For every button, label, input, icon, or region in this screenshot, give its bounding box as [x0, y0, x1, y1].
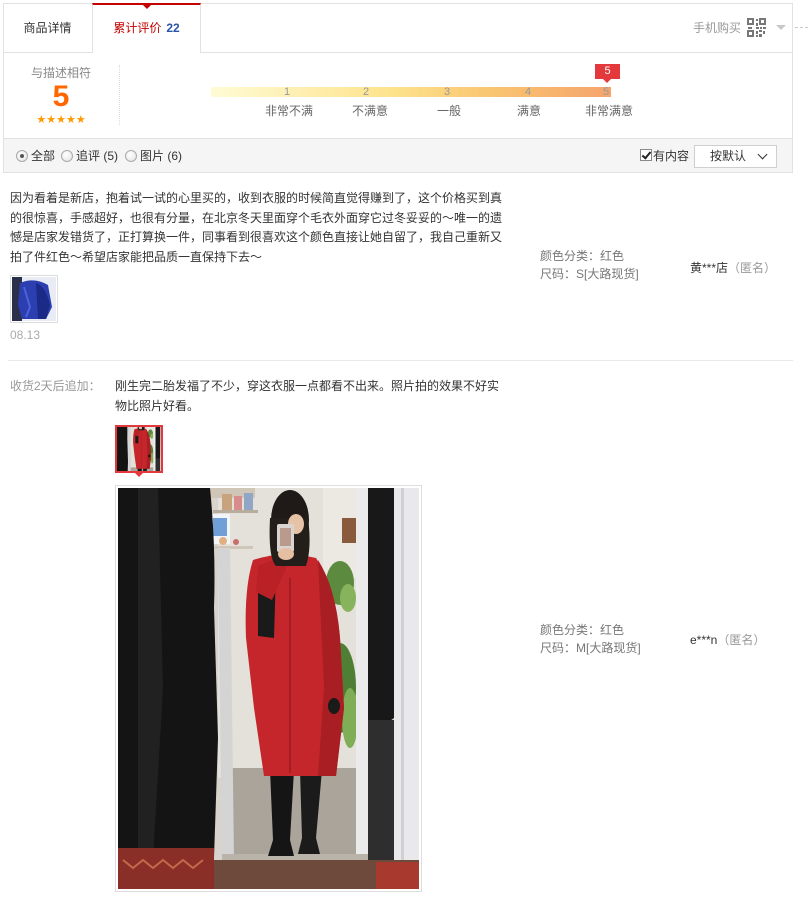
filter-radio-photos[interactable] — [125, 150, 137, 162]
current-rating-flag: 5 — [595, 64, 620, 83]
review-date: 08.13 — [10, 328, 41, 342]
filter-radio-all[interactable] — [16, 150, 28, 162]
tab-label: 累计评价 — [113, 21, 162, 35]
scale-label: 不满意 — [351, 104, 388, 118]
reviewer-name: 黄***店 — [690, 261, 729, 275]
scale-number: 3 — [443, 86, 451, 98]
filter-label-append[interactable]: 追评 (5) — [76, 149, 118, 163]
append-review-label: 收货2天后追加： — [10, 379, 101, 393]
flag-value: 5 — [604, 65, 611, 77]
append-review-text: 刚生完二胎发福了不少，穿这衣服一点都看不出来。照片拍的效果不好实物比照片好看。 — [115, 379, 500, 413]
filter-radio-append[interactable] — [61, 150, 73, 162]
reviewer: e***n（匿名） — [690, 631, 765, 649]
review-photo-large[interactable] — [115, 485, 422, 892]
selected-thumbnail-pointer — [134, 472, 144, 477]
tab-bar: 商品详情 累计评价 22 手机购买 — [3, 3, 793, 54]
chevron-down-icon — [757, 149, 768, 160]
scale-label: 非常不满 — [264, 104, 313, 118]
sku-color: 颜色分类：红色 — [540, 623, 625, 637]
scale-label: 非常满意 — [584, 104, 633, 118]
tab-reviews[interactable]: 累计评价 22 — [92, 3, 201, 54]
star-icon: ★ — [36, 114, 47, 126]
reviewer-name: e***n — [690, 633, 718, 647]
sku-size: 尺码：M[大路现货] — [540, 641, 641, 655]
scale-label: 满意 — [516, 104, 541, 118]
caret-down-icon[interactable] — [776, 25, 786, 30]
anonymous-tag: （匿名） — [728, 261, 777, 275]
review-photo-thumbnail[interactable] — [10, 275, 58, 323]
filter-label-photos[interactable]: 图片 (6) — [140, 149, 182, 163]
star-icon: ★ — [65, 114, 76, 126]
has-content-checkbox[interactable] — [640, 149, 652, 161]
review-photo-thumbnail-selected[interactable] — [115, 425, 163, 473]
mirror-selfie-photo — [118, 488, 419, 889]
star-icon: ★ — [75, 114, 86, 126]
has-content-label[interactable]: 有内容 — [653, 149, 689, 163]
scale-number: 2 — [362, 86, 370, 98]
sort-select[interactable]: 按默认 — [694, 145, 777, 168]
mirror-selfie-thumbnail — [117, 427, 161, 471]
scale-number: 4 — [524, 86, 532, 98]
filter-label-all[interactable]: 全部 — [31, 149, 55, 163]
score-label: 与描述相符 — [30, 66, 91, 80]
anonymous-tag: （匿名） — [717, 633, 766, 647]
reviewer: 黄***店（匿名） — [690, 259, 776, 277]
star-icon: ★ — [46, 114, 57, 126]
scale-label: 一般 — [436, 104, 461, 118]
sort-select-value: 按默认 — [710, 149, 747, 163]
tab-label: 商品详情 — [23, 21, 72, 35]
scale-number: 5 — [602, 86, 610, 98]
active-tab-notch — [143, 5, 151, 9]
sku-size: 尺码：S[大路现货] — [540, 267, 639, 281]
blue-coat-photo — [12, 277, 56, 321]
score-value: 5 — [52, 80, 70, 113]
review-separator — [8, 360, 793, 361]
sku-color: 颜色分类：红色 — [540, 249, 625, 263]
review-text: 因为看着是新店，抱着试一试的心里买的，收到衣服的时候简直觉得赚到了，这个价格买到… — [10, 191, 503, 264]
qr-code-icon[interactable] — [747, 18, 766, 37]
dashed-divider — [795, 27, 808, 28]
review-count: 22 — [166, 21, 180, 35]
star-rating: ★★★★★ — [21, 113, 101, 127]
score-divider — [119, 65, 120, 125]
star-icon: ★ — [56, 114, 66, 126]
scale-number: 1 — [283, 86, 291, 98]
rating-gradient-bar — [211, 87, 611, 97]
mobile-buy-link[interactable]: 手机购买 — [693, 4, 741, 52]
tab-product-details[interactable]: 商品详情 — [3, 3, 92, 53]
